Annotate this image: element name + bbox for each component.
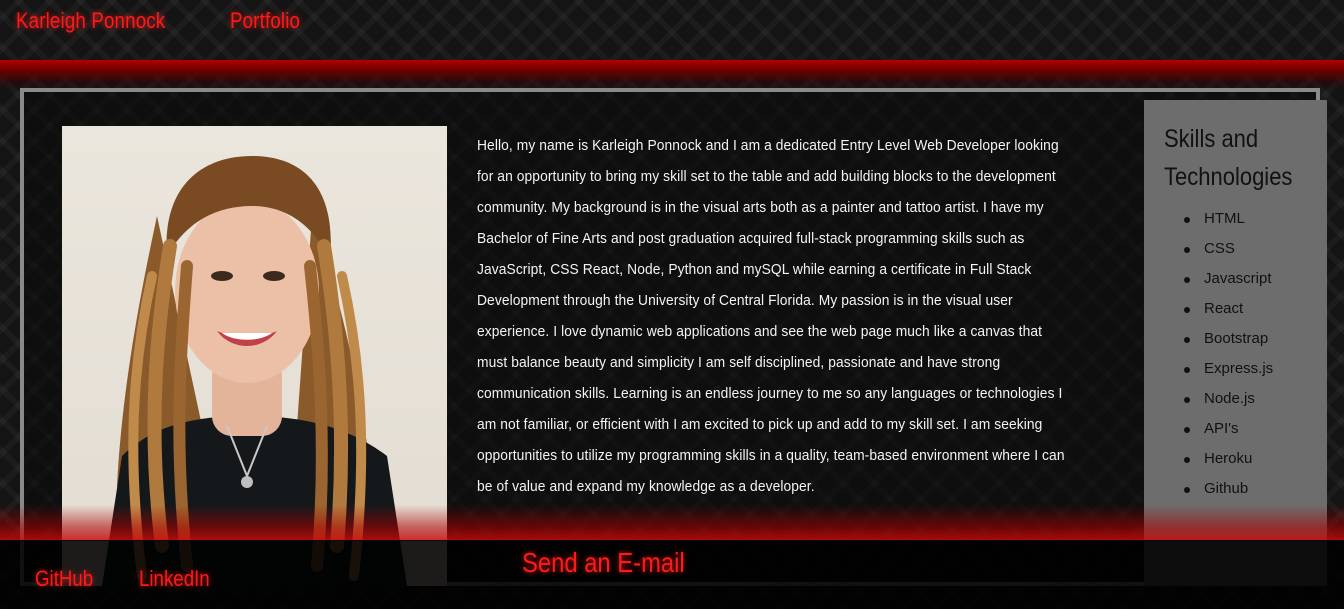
skills-title: Skills and Technologies: [1164, 125, 1293, 191]
skill-item: Heroku: [1164, 444, 1327, 474]
skill-item: Javascript: [1164, 264, 1327, 294]
skill-item: Github: [1164, 474, 1327, 504]
skill-item: Node.js: [1164, 384, 1327, 414]
profile-photo: [62, 126, 447, 586]
send-email-link[interactable]: Send an E-mail: [522, 547, 685, 579]
skill-item: Bootstrap: [1164, 324, 1327, 354]
top-navbar: Karleigh Ponnock Portfolio: [0, 0, 1344, 60]
brand-name-link[interactable]: Karleigh Ponnock: [16, 8, 165, 34]
skills-list: HTML CSS Javascript React Bootstrap Expr…: [1164, 204, 1327, 504]
bio-paragraph: Hello, my name is Karleigh Ponnock and I…: [477, 137, 1065, 495]
skill-item: React: [1164, 294, 1327, 324]
skill-item: HTML: [1164, 204, 1327, 234]
portfolio-link[interactable]: Portfolio: [230, 8, 300, 34]
header-red-band: [0, 60, 1344, 90]
skills-panel: Skills and Technologies HTML CSS Javascr…: [1144, 100, 1327, 586]
github-link[interactable]: GitHub: [35, 566, 93, 592]
linkedin-link[interactable]: LinkedIn: [139, 566, 210, 592]
skill-item: API's: [1164, 414, 1327, 444]
skill-item: Express.js: [1164, 354, 1327, 384]
skill-item: CSS: [1164, 234, 1327, 264]
footer-bar: GitHub LinkedIn Send an E-mail: [0, 540, 1344, 609]
portrait-illustration: [102, 156, 407, 586]
